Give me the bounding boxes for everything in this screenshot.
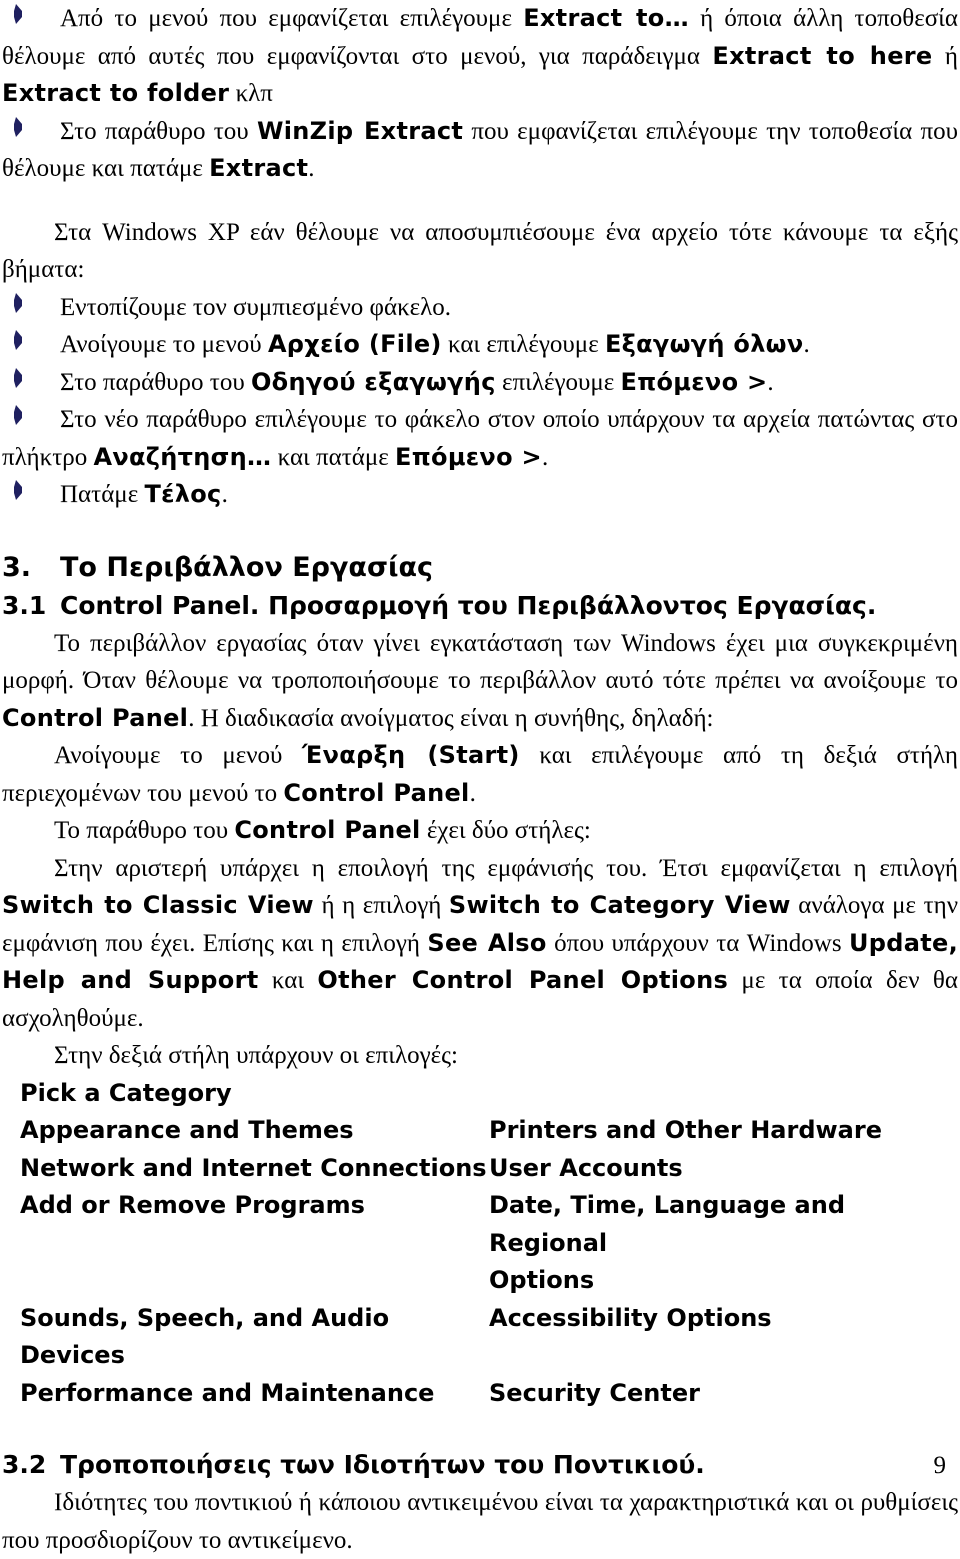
step3-mid1: επιλέγουμε <box>495 368 621 396</box>
step4-mid1: και πατάμε <box>271 443 396 471</box>
term-epomeno-2: Επόμενο > <box>395 442 542 471</box>
p31d-mid3: όπου υπάρχουν τα Windows <box>546 929 849 957</box>
paragraph-31-e: Στην δεξιά στήλη υπάρχουν οι επιλογές: <box>54 1042 458 1069</box>
term-winzip-extract: WinZip Extract <box>256 116 464 145</box>
category-performance-and-maintenance[interactable]: Performance and Maintenance <box>20 1375 489 1413</box>
diamond-bullet-icon <box>10 116 24 137</box>
bullet2-lead: Στο παράθυρο του <box>60 117 257 145</box>
step5-tail: . <box>221 481 228 508</box>
list-item: Από το μενού που εμφανίζεται επιλέγουμε … <box>2 0 958 113</box>
step3-tail: . <box>767 368 774 396</box>
category-add-or-remove-programs[interactable]: Add or Remove Programs <box>20 1187 489 1225</box>
step4-tail: . <box>541 443 549 471</box>
step2-lead: Ανοίγουμε το μενού <box>60 331 268 358</box>
term-other-control-panel-options: Other Control Panel Options <box>317 966 729 994</box>
document-page: Από το μενού που εμφανίζεται επιλέγουμε … <box>0 0 960 1554</box>
term-extract: Extract <box>209 154 309 182</box>
category-security-center[interactable]: Security Center <box>489 1375 958 1413</box>
p31b-lead: Ανοίγουμε το μενού <box>54 742 303 769</box>
bullet1-mid2: ή <box>932 42 958 70</box>
p31a-tail: . Η διαδικασία ανοίγματος είναι η συνήθη… <box>188 704 714 732</box>
heading-32-number: 3.2 <box>2 1450 47 1479</box>
list-item: Στο παράθυρο του WinZip Extract που εμφα… <box>2 113 958 188</box>
step2-mid1: και επιλέγουμε <box>441 331 605 358</box>
category-row: Sounds, Speech, and Audio Devices Access… <box>20 1300 958 1375</box>
category-row: Performance and Maintenance Security Cen… <box>20 1375 958 1413</box>
term-epomeno-1: Επόμενο > <box>620 367 768 396</box>
paragraph-31-b: Ανοίγουμε το μενού Έναρξη (Start) και επ… <box>2 737 958 812</box>
paragraph-32: Ιδιότητες του ποντικιού ή κάποιου αντικε… <box>2 1489 958 1554</box>
heading-3-text: Το Περιβάλλον Εργασίας <box>60 551 434 583</box>
category-network-and-internet-connections[interactable]: Network and Internet Connections <box>20 1150 489 1188</box>
p31a-lead: Το περιβάλλον εργασίας όταν γίνει εγκατά… <box>2 629 958 695</box>
heading-section-3: 3. Το Περιβάλλον Εργασίας <box>2 548 958 587</box>
term-see-also: See Also <box>427 928 547 957</box>
list-item: Στο παράθυρο του Οδηγού εξαγωγής επιλέγο… <box>2 364 958 402</box>
term-extract-to-folder: Extract to folder <box>2 79 230 107</box>
diamond-bullet-icon <box>10 367 24 388</box>
term-extract-to-here: Extract to here <box>712 41 933 70</box>
term-extract-to: Extract to… <box>523 4 689 32</box>
list-item: Ανοίγουμε το μενού Αρχείο (File) και επι… <box>2 326 958 364</box>
bullet2-tail: . <box>308 155 315 182</box>
heading-31-text: Control Panel. Προσαρμογή του Περιβάλλον… <box>60 590 877 620</box>
term-control-panel-3: Control Panel <box>234 816 421 844</box>
bullet1-tail: κλπ <box>229 80 273 107</box>
category-accessibility-options[interactable]: Accessibility Options <box>489 1300 958 1338</box>
term-telos: Τέλος <box>144 480 222 508</box>
list-item: Εντοπίζουμε τον συμπιεσμένο φάκελο. <box>2 289 958 327</box>
paragraph-31-a: Το περιβάλλον εργασίας όταν γίνει εγκατά… <box>2 625 958 738</box>
term-switch-category-view: Switch to Category View <box>448 891 791 919</box>
xp-intro-paragraph: Στα Windows XP εάν θέλουμε να αποσυμπιέσ… <box>2 218 958 284</box>
category-options-continuation[interactable]: Options <box>489 1262 958 1300</box>
heading-31-number: 3.1 <box>2 590 47 620</box>
heading-3-number: 3. <box>2 551 32 583</box>
diamond-bullet-icon <box>10 330 24 350</box>
term-exagogi-olon: Εξαγωγή όλων <box>604 330 804 358</box>
heading-section-3-2: 3.2 Τροποποιήσεις των Ιδιοτήτων του Ποντι… <box>2 1446 958 1484</box>
category-row: Network and Internet Connections User Ac… <box>20 1150 958 1188</box>
term-odigou-exagogis: Οδηγού εξαγωγής <box>250 367 496 396</box>
category-row: Add or Remove Programs Date, Time, Langu… <box>20 1187 958 1262</box>
category-date-time-language-and-regional[interactable]: Date, Time, Language and Regional <box>489 1187 958 1262</box>
diamond-bullet-icon <box>10 480 24 500</box>
p31b-tail: . <box>469 779 476 807</box>
page-number: 9 <box>933 1452 947 1479</box>
step5-lead: Πατάμε <box>60 481 145 508</box>
heading-32-text: Τροποποιήσεις των Ιδιοτήτων του Ποντικιο… <box>60 1450 705 1479</box>
category-printers-and-other-hardware[interactable]: Printers and Other Hardware <box>489 1112 958 1150</box>
category-user-accounts[interactable]: User Accounts <box>489 1150 958 1188</box>
term-anazitisi: Αναζήτηση… <box>93 442 272 471</box>
list-item: Στο νέο παράθυρο επιλέγουμε το φάκελο στ… <box>2 401 958 476</box>
p31c-tail: έχει δύο στήλες: <box>420 817 591 844</box>
category-list-heading: Pick a Category <box>20 1078 232 1107</box>
step1-lead: Εντοπίζουμε τον συμπιεσμένο φάκελο. <box>60 293 452 321</box>
term-control-panel-2: Control Panel <box>283 778 470 807</box>
category-list: Pick a Category Appearance and Themes Pr… <box>2 1075 958 1413</box>
diamond-bullet-icon <box>10 405 24 425</box>
p31c-lead: Το παράθυρο του <box>54 817 235 844</box>
diamond-bullet-icon <box>10 4 24 24</box>
heading-section-3-1: 3.1 Control Panel. Προσαρμογή του Περιβάλ… <box>2 587 958 625</box>
term-switch-classic-view: Switch to Classic View <box>2 891 314 919</box>
p31d-lead: Στην αριστερή υπάρχει η εποιλογή της εμφ… <box>54 854 958 882</box>
category-row: Options <box>20 1262 958 1300</box>
category-row: Appearance and Themes Printers and Other… <box>20 1112 958 1150</box>
term-control-panel-1: Control Panel <box>2 703 189 732</box>
term-arxeio-file: Αρχείο (File) <box>267 330 442 358</box>
term-enarxi-start: Έναρξη (Start) <box>302 741 520 769</box>
bullet1-lead: Από το μενού που εμφανίζεται επιλέγουμε <box>60 5 524 32</box>
category-sounds-speech-and-audio-devices[interactable]: Sounds, Speech, and Audio Devices <box>20 1300 489 1375</box>
category-appearance-and-themes[interactable]: Appearance and Themes <box>20 1112 489 1150</box>
paragraph-31-c: Το παράθυρο του Control Panel έχει δύο σ… <box>2 812 958 850</box>
diamond-bullet-icon <box>10 292 24 313</box>
step2-tail: . <box>803 331 810 358</box>
p31d-mid4: και <box>258 967 318 994</box>
p31d-mid1: ή η επιλογή <box>313 892 449 919</box>
list-item: Πατάμε Τέλος. <box>2 476 958 514</box>
step3-lead: Στο παράθυρο του <box>60 368 251 396</box>
paragraph-31-d: Στην αριστερή υπάρχει η εποιλογή της εμφ… <box>2 850 958 1038</box>
